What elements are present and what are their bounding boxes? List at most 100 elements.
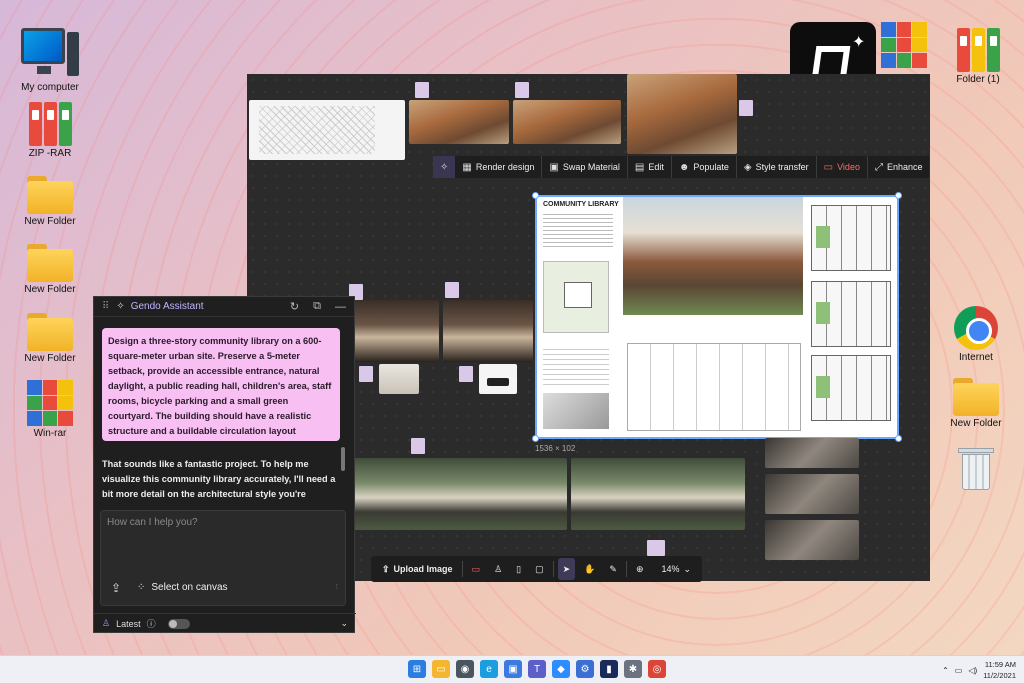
toolbar-style-transfer-button[interactable]: ◈ Style transfer bbox=[737, 156, 817, 178]
canvas-tag[interactable] bbox=[411, 438, 425, 454]
canvas-image-aerial[interactable] bbox=[513, 100, 621, 144]
toolbar-assistant-button[interactable]: ✧ bbox=[433, 156, 456, 178]
canvas-image-forest[interactable] bbox=[353, 458, 413, 530]
gendo-app-icon[interactable]: ▮ bbox=[600, 660, 618, 678]
canvas-tag[interactable] bbox=[359, 366, 373, 382]
canvas-image-concrete[interactable] bbox=[765, 438, 859, 468]
canvas-image-forest-house[interactable] bbox=[411, 458, 567, 530]
clipboard-tool-button[interactable]: ▯ bbox=[511, 558, 526, 580]
board-text-block bbox=[543, 345, 609, 385]
desktop-icon-recycle-bin[interactable] bbox=[934, 446, 1018, 490]
note-icon: ▢ bbox=[535, 563, 544, 574]
assistant-title: Gendo Assistant bbox=[130, 301, 204, 312]
gendo-assistant-panel: ⠿ ✧ Gendo Assistant ↻ ⧉ — Design a three… bbox=[93, 296, 356, 633]
desktop-icon-internet[interactable]: Internet bbox=[934, 306, 1018, 363]
desktop-icon-new-folder[interactable]: New Folder bbox=[8, 176, 92, 227]
gear-icon[interactable]: ✱ bbox=[624, 660, 642, 678]
canvas-image-aerial[interactable] bbox=[627, 74, 737, 154]
canvas-image-room[interactable] bbox=[379, 364, 419, 394]
canvas-image-concrete[interactable] bbox=[765, 474, 859, 514]
canvas-image-concrete[interactable] bbox=[765, 520, 859, 560]
chevron-down-icon[interactable]: ⌄ bbox=[340, 618, 348, 629]
canvas-tag[interactable] bbox=[647, 540, 665, 556]
minimize-icon[interactable]: — bbox=[335, 301, 346, 313]
folder-icon bbox=[27, 313, 73, 351]
chevron-up-icon[interactable]: ⌃ bbox=[942, 666, 949, 675]
folder-icon bbox=[27, 244, 73, 282]
clock-time: 11:59 AM bbox=[984, 660, 1016, 669]
person-icon: ♙ bbox=[494, 563, 503, 574]
desktop-icon-label: New Folder bbox=[950, 418, 1002, 429]
toolbar-enhance-button[interactable]: ⤢ Enhance bbox=[868, 156, 930, 178]
selected-presentation-board[interactable]: COMMUNITY LIBRARY bbox=[532, 192, 902, 442]
toolbar-label: Edit bbox=[648, 162, 664, 172]
canvas-image-interior[interactable] bbox=[443, 300, 533, 362]
video-icon: ▭ bbox=[823, 161, 834, 173]
pan-tool-button[interactable]: ✋ bbox=[579, 558, 600, 580]
system-tray: ⌃ ▭ ◁) 11:59 AM 11/2/2021 bbox=[942, 659, 1016, 681]
select-on-canvas-button[interactable]: ⁘ Select on canvas bbox=[137, 582, 228, 593]
toolbar-populate-button[interactable]: ☻ Populate bbox=[672, 156, 737, 178]
upload-image-button[interactable]: ⇪ Upload Image bbox=[377, 558, 458, 580]
desktop-icon-folder-1[interactable]: Folder (1) bbox=[936, 28, 1020, 85]
canvas-tag[interactable] bbox=[415, 82, 429, 98]
assistant-header: ⠿ ✧ Gendo Assistant ↻ ⧉ — bbox=[94, 297, 354, 317]
desktop-icon-new-folder[interactable]: New Folder bbox=[8, 313, 92, 364]
upload-icon[interactable]: ⇪ bbox=[111, 581, 121, 595]
canvas-tag[interactable] bbox=[459, 366, 473, 382]
reset-icon[interactable]: ↻ bbox=[290, 300, 299, 313]
toolbar-render-design-button[interactable]: ▦ Render design bbox=[455, 156, 543, 178]
desktop-icon-new-folder[interactable]: New Folder bbox=[8, 244, 92, 295]
zoom-control[interactable]: ⊕ 14% ⌄ bbox=[631, 558, 696, 580]
desktop-icon-winrar-app[interactable] bbox=[862, 22, 946, 68]
drag-handle-icon[interactable]: ⠿ bbox=[102, 301, 110, 312]
latest-toggle[interactable] bbox=[167, 618, 190, 629]
style-icon: ◈ bbox=[743, 161, 752, 173]
camera-icon[interactable]: ◉ bbox=[456, 660, 474, 678]
settings-app-icon[interactable]: ⚙ bbox=[576, 660, 594, 678]
desktop-icon-win-rar[interactable]: Win-rar bbox=[8, 380, 92, 439]
desktop-icon-my-computer[interactable]: My computer bbox=[8, 28, 92, 93]
canvas-image-aerial[interactable] bbox=[409, 100, 509, 144]
volume-icon[interactable]: ◁) bbox=[968, 666, 977, 675]
toolbar-label: Video bbox=[837, 162, 860, 172]
desktop-icon-label: New Folder bbox=[24, 353, 76, 364]
network-icon[interactable]: ▭ bbox=[955, 666, 963, 675]
canvas-tag[interactable] bbox=[445, 282, 459, 298]
chat-app-icon[interactable]: ◆ bbox=[552, 660, 570, 678]
send-icon[interactable]: ↑ bbox=[334, 581, 339, 592]
hand-icon: ✋ bbox=[584, 563, 596, 574]
select-tool-button[interactable]: ➤ bbox=[557, 558, 576, 580]
toolbar-video-button[interactable]: ▭ Video bbox=[817, 156, 868, 178]
sparkle-chat-icon: ✧ bbox=[440, 161, 449, 173]
pen-tool-button[interactable]: ✎ bbox=[604, 558, 622, 580]
clock[interactable]: 11:59 AM 11/2/2021 bbox=[983, 659, 1016, 681]
note-tool-button[interactable]: ▢ bbox=[530, 558, 549, 580]
canvas-tag[interactable] bbox=[515, 82, 529, 98]
desktop-icon-new-folder[interactable]: New Folder bbox=[934, 378, 1018, 429]
canvas-image-sketch[interactable] bbox=[249, 100, 405, 160]
frame-tool-button[interactable]: ▭ bbox=[467, 558, 486, 580]
chat-input[interactable]: How can I help you? ⇪ ⁘ Select on canvas … bbox=[100, 510, 346, 606]
winrar-icon bbox=[27, 380, 73, 426]
folder-icon bbox=[953, 378, 999, 416]
toolbar-swap-material-button[interactable]: ▣ Swap Material bbox=[542, 156, 628, 178]
popout-icon[interactable]: ⧉ bbox=[313, 300, 321, 313]
windows-start-icon[interactable]: ⊞ bbox=[408, 660, 426, 678]
toolbar-label: Enhance bbox=[886, 162, 923, 172]
canvas-image-sofa[interactable] bbox=[479, 364, 517, 394]
canvas-tag[interactable] bbox=[739, 100, 753, 116]
canvas-image-interior[interactable] bbox=[353, 300, 439, 362]
desktop-icon-zip-rar[interactable]: ZIP -RAR bbox=[8, 102, 92, 159]
store-icon[interactable]: ▣ bbox=[504, 660, 522, 678]
zoom-level: 14% bbox=[661, 564, 680, 574]
toolbar-edit-button[interactable]: ▤ Edit bbox=[628, 156, 672, 178]
file-explorer-icon[interactable]: ▭ bbox=[432, 660, 450, 678]
folder-icon bbox=[27, 176, 73, 214]
chrome-icon[interactable]: ◎ bbox=[648, 660, 666, 678]
chat-scrollbar[interactable] bbox=[341, 447, 345, 471]
person-tool-button[interactable]: ♙ bbox=[489, 558, 507, 580]
edge-icon[interactable]: e bbox=[480, 660, 498, 678]
teams-icon[interactable]: T bbox=[528, 660, 546, 678]
canvas-image-forest-house[interactable] bbox=[571, 458, 745, 530]
